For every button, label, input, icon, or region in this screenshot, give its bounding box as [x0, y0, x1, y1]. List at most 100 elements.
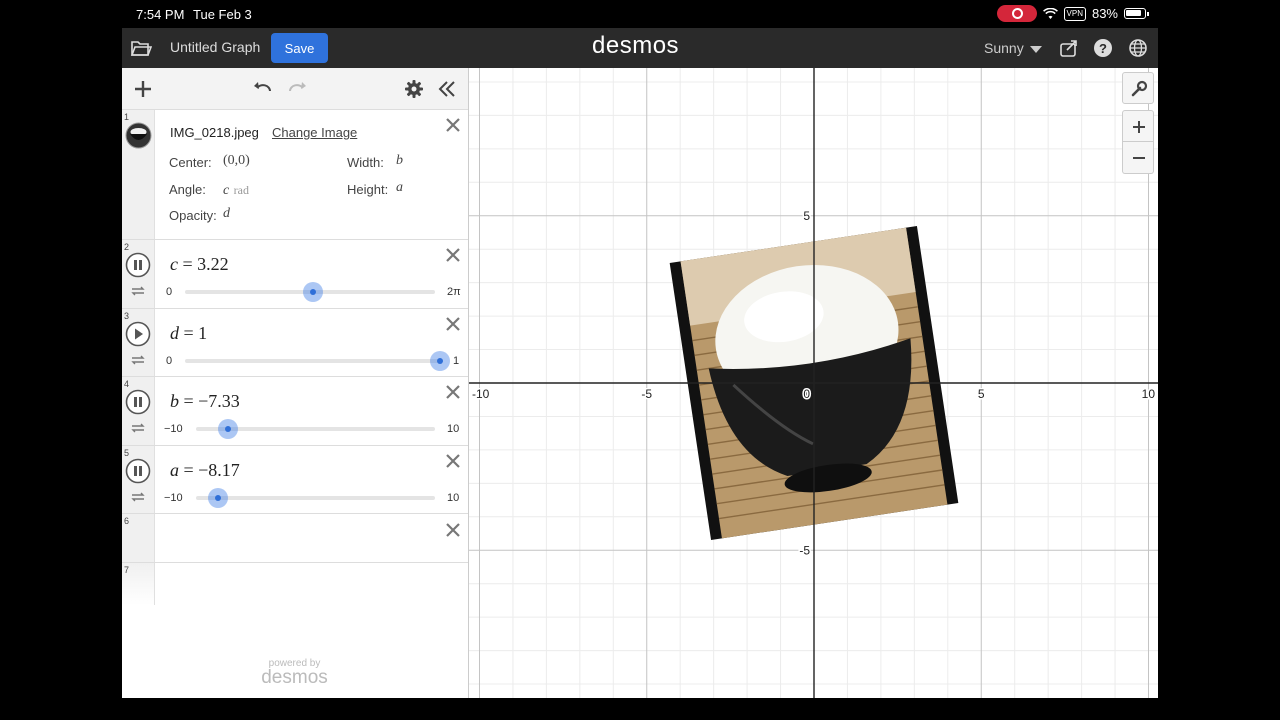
globe-icon[interactable] — [1128, 38, 1148, 58]
desmos-logo: desmos — [592, 32, 680, 59]
image-thumbnail-icon — [125, 122, 152, 149]
play-icon[interactable] — [125, 321, 151, 347]
zoom-in-button[interactable] — [1122, 110, 1154, 142]
close-icon[interactable] — [444, 452, 462, 470]
slider-handle[interactable] — [207, 487, 228, 508]
center-value[interactable]: (0,0) — [223, 153, 250, 169]
pause-icon[interactable] — [125, 252, 151, 278]
slider-min[interactable]: −10 — [164, 492, 183, 504]
center-label: Center: — [169, 155, 212, 170]
image-filename: IMG_0218.jpeg — [170, 125, 259, 140]
share-icon[interactable] — [1059, 38, 1079, 58]
tick-label: 5 — [803, 209, 810, 223]
loop-icon[interactable] — [130, 285, 146, 297]
opacity-label: Opacity: — [169, 208, 217, 223]
slider-row[interactable]: 4 b = −7.33 −10 10 — [122, 377, 468, 446]
pause-icon[interactable] — [125, 389, 151, 415]
slider-handle[interactable] — [217, 419, 238, 439]
slider-min[interactable]: 0 — [166, 286, 172, 298]
slider-track[interactable] — [196, 495, 435, 500]
slider-variable: c — [170, 254, 178, 274]
slider-row[interactable]: 3 d = 1 0 1 — [122, 308, 468, 377]
close-icon[interactable] — [444, 116, 462, 134]
tick-label: -5 — [799, 543, 810, 557]
graph-paper[interactable]: -10 -5 5 10 5 -5 0 — [469, 68, 1158, 698]
row-number: 4 — [124, 379, 130, 389]
slider-equation[interactable]: a = −8.17 — [170, 460, 240, 481]
slider-rows: 2 c = 3.22 0 2π 3 d = 1 0 1 4 b = −7.33 — [122, 240, 468, 514]
slider-equation[interactable]: d = 1 — [170, 323, 207, 344]
row-number: 5 — [124, 447, 130, 458]
zoom-in-icon — [1133, 121, 1145, 133]
empty-expression[interactable]: 6 — [122, 514, 468, 563]
wrench-icon — [1131, 80, 1148, 97]
width-label: Width: — [347, 155, 384, 170]
image-expression[interactable]: 1 IMG_0218.jpeg Change Image Center: (0,… — [122, 110, 468, 240]
zoom-out-button[interactable] — [1122, 142, 1154, 174]
graph-grid[interactable]: -10 -5 5 10 5 -5 0 — [469, 68, 1158, 698]
slider-min[interactable]: −10 — [164, 423, 183, 435]
slider-max[interactable]: 10 — [447, 423, 459, 435]
close-icon[interactable] — [444, 521, 462, 539]
status-bar: 7:54 PM Tue Feb 3 VPN 83% — [0, 0, 1280, 28]
slider-value: 3.22 — [197, 254, 229, 274]
slider-variable: b — [170, 391, 179, 411]
slider-row[interactable]: 5 a = −8.17 −10 10 — [122, 445, 468, 514]
slider-handle[interactable] — [430, 350, 450, 371]
row-gutter: 5 — [122, 445, 155, 513]
new-expression[interactable]: 7 — [122, 563, 468, 605]
row-number: 1 — [124, 112, 130, 122]
save-button[interactable]: Save — [271, 33, 328, 63]
zoom-out-icon — [1133, 157, 1145, 159]
slider-min[interactable]: 0 — [166, 355, 172, 367]
user-menu[interactable]: Sunny — [984, 40, 1042, 56]
expression-toolbar — [122, 68, 468, 110]
undo-icon[interactable] — [252, 78, 274, 100]
row-gutter: 2 — [122, 240, 155, 308]
redo-icon[interactable] — [286, 78, 308, 100]
close-icon[interactable] — [444, 315, 462, 333]
folder-icon[interactable] — [130, 37, 152, 59]
close-icon[interactable] — [444, 246, 462, 264]
width-value[interactable]: b — [396, 153, 403, 169]
slider-max[interactable]: 10 — [447, 492, 459, 504]
graph-settings-button[interactable] — [1122, 72, 1154, 104]
battery-icon — [1124, 8, 1149, 19]
gear-icon[interactable] — [403, 78, 425, 100]
collapse-icon[interactable] — [436, 78, 458, 100]
slider-equation[interactable]: b = −7.33 — [170, 391, 240, 412]
slider-handle[interactable] — [303, 282, 324, 302]
opacity-value[interactable]: d — [223, 206, 230, 222]
slider-equation[interactable]: c = 3.22 — [170, 254, 229, 275]
slider-max[interactable]: 1 — [453, 355, 459, 367]
change-image-link[interactable]: Change Image — [272, 125, 357, 140]
expression-list: 1 IMG_0218.jpeg Change Image Center: (0,… — [122, 68, 469, 698]
slider-max[interactable]: 2π — [447, 286, 461, 298]
tick-label: 10 — [1142, 387, 1156, 401]
loop-icon[interactable] — [130, 491, 146, 503]
loop-icon[interactable] — [130, 422, 146, 434]
tick-label: 0 — [803, 387, 810, 401]
screen-record-icon[interactable] — [996, 5, 1037, 22]
row-gutter: 3 — [122, 308, 155, 376]
height-value[interactable]: a — [396, 180, 403, 196]
angle-value[interactable]: c rad — [223, 181, 249, 199]
tick-label: -5 — [641, 387, 652, 401]
slider-row[interactable]: 2 c = 3.22 0 2π — [122, 240, 468, 309]
close-icon[interactable] — [444, 383, 462, 401]
plus-icon[interactable] — [132, 78, 154, 100]
help-icon[interactable]: ? — [1093, 38, 1113, 58]
status-date: Tue Feb 3 — [193, 7, 252, 22]
loop-icon[interactable] — [130, 354, 146, 366]
vpn-badge: VPN — [1063, 6, 1086, 21]
graph-title[interactable]: Untitled Graph — [170, 39, 260, 55]
status-icons: VPN 83% — [996, 5, 1149, 22]
slider-track[interactable] — [185, 358, 440, 363]
chevron-down-icon — [1029, 45, 1042, 53]
slider-value: −8.17 — [198, 459, 240, 480]
app-bar: Untitled Graph Save desmos Sunny ? — [122, 28, 1158, 68]
pause-icon[interactable] — [125, 458, 151, 484]
row-gutter: 7 — [122, 563, 155, 605]
row-number: 6 — [124, 516, 130, 526]
row-gutter: 1 — [122, 110, 155, 239]
